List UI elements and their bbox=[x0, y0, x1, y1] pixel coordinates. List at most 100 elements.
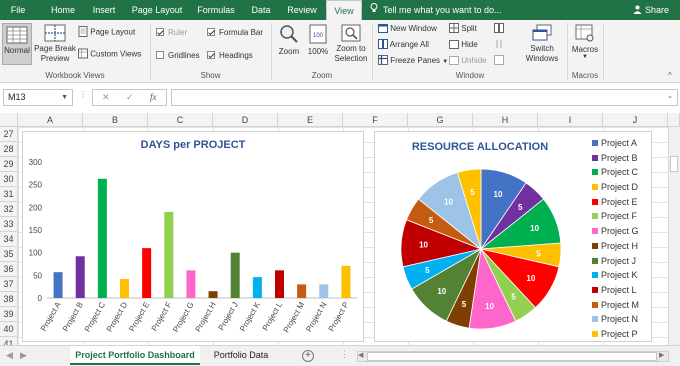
row-header-32[interactable]: 32 bbox=[0, 202, 18, 217]
zoom-to-selection-button[interactable]: Zoom to Selection bbox=[333, 23, 369, 69]
row-header-33[interactable]: 33 bbox=[0, 217, 18, 232]
more-sheets-icon[interactable]: ⋮ bbox=[340, 349, 349, 360]
sheet-tab-project-portfolio-dashboard[interactable]: Project Portfolio Dashboard bbox=[70, 346, 200, 365]
ruler-check-icon bbox=[156, 28, 164, 36]
bar-project-d[interactable] bbox=[120, 278, 129, 298]
row-header-34[interactable]: 34 bbox=[0, 232, 18, 247]
share-button[interactable]: Share bbox=[630, 2, 674, 18]
headings-checkbox[interactable]: Headings bbox=[207, 51, 253, 60]
expand-formula-bar-icon[interactable]: ⌄ bbox=[667, 92, 673, 100]
normal-view-button[interactable]: Normal bbox=[2, 23, 32, 65]
enter-icon[interactable]: ✓ bbox=[126, 92, 134, 103]
row-header-38[interactable]: 38 bbox=[0, 292, 18, 307]
bar-project-h[interactable] bbox=[208, 291, 218, 298]
insert-function-icon[interactable]: fx bbox=[150, 92, 157, 102]
column-header-g[interactable]: G bbox=[408, 113, 473, 127]
row-header-27[interactable]: 27 bbox=[0, 127, 18, 142]
bar-project-b[interactable] bbox=[75, 256, 85, 298]
bar-project-c[interactable] bbox=[97, 178, 107, 298]
column-header-e[interactable]: E bbox=[278, 113, 343, 127]
zoom-100-button[interactable]: 100 100% bbox=[305, 23, 331, 65]
column-header-f[interactable]: F bbox=[343, 113, 408, 127]
formula-input[interactable]: ⌄ bbox=[171, 89, 678, 106]
arrange-all-button[interactable]: Arrange All bbox=[378, 39, 429, 51]
bar-project-n[interactable] bbox=[319, 284, 329, 298]
tab-file[interactable]: File bbox=[2, 0, 34, 20]
tab-home[interactable]: Home bbox=[44, 0, 82, 20]
macros-icon bbox=[575, 24, 595, 42]
tab-review[interactable]: Review bbox=[282, 0, 322, 20]
tab-insert[interactable]: Insert bbox=[86, 0, 122, 20]
days-per-project-chart[interactable]: DAYS per PROJECT 0 50 100 150 200 250 300 Proje… bbox=[22, 131, 364, 342]
scroll-right-icon[interactable]: ▶ bbox=[659, 351, 664, 359]
row-header-29[interactable]: 29 bbox=[0, 157, 18, 172]
column-header-d[interactable]: D bbox=[213, 113, 278, 127]
synchronous-scrolling-icon[interactable] bbox=[494, 39, 504, 51]
bar-project-l[interactable] bbox=[275, 270, 284, 298]
bar-project-k[interactable] bbox=[252, 277, 262, 298]
gridlines-label: Gridlines bbox=[168, 51, 200, 60]
sheet-nav-next-icon[interactable]: ▶ bbox=[20, 350, 27, 361]
row-header-28[interactable]: 28 bbox=[0, 142, 18, 157]
more-options-icon[interactable]: ⋮ bbox=[79, 91, 87, 103]
add-sheet-icon[interactable]: + bbox=[302, 350, 314, 362]
tab-page-layout[interactable]: Page Layout bbox=[128, 0, 186, 20]
bar-project-g[interactable] bbox=[186, 270, 196, 298]
reset-window-position-icon[interactable] bbox=[494, 55, 504, 67]
column-header-j[interactable]: J bbox=[603, 113, 668, 127]
bar-project-e[interactable] bbox=[142, 248, 152, 298]
row-header-30[interactable]: 30 bbox=[0, 172, 18, 187]
cancel-icon[interactable]: ✕ bbox=[102, 92, 110, 103]
formula-bar-checkbox[interactable]: Formula Bar bbox=[207, 28, 263, 37]
macros-button[interactable]: Macros ▼ bbox=[569, 23, 601, 69]
new-window-label: New Window bbox=[390, 24, 437, 34]
split-button[interactable]: Split bbox=[449, 23, 477, 35]
bar-project-m[interactable] bbox=[297, 284, 307, 298]
bar-project-p[interactable] bbox=[341, 265, 351, 298]
bar-project-a[interactable] bbox=[53, 272, 63, 298]
row-header-35[interactable]: 35 bbox=[0, 247, 18, 262]
page-break-label-2: Preview bbox=[40, 54, 70, 63]
sheet-tab-portfolio-data[interactable]: Portfolio Data bbox=[206, 346, 276, 365]
custom-views-button[interactable]: Custom Views bbox=[78, 48, 141, 61]
row-header-40[interactable]: 40 bbox=[0, 322, 18, 337]
tab-formulas[interactable]: Formulas bbox=[192, 0, 240, 20]
tell-me-box[interactable]: Tell me what you want to do... bbox=[370, 0, 502, 20]
collapse-ribbon-icon[interactable]: ^ bbox=[668, 71, 672, 80]
column-header-b[interactable]: B bbox=[83, 113, 148, 127]
zoom-selection-label-1: Zoom to bbox=[336, 44, 366, 53]
row-header-37[interactable]: 37 bbox=[0, 277, 18, 292]
freeze-panes-button[interactable]: Freeze Panes ▼ bbox=[378, 55, 448, 67]
gridlines-checkbox[interactable]: Gridlines bbox=[156, 51, 200, 60]
ruler-checkbox[interactable]: Ruler bbox=[156, 28, 187, 37]
bar-project-f[interactable] bbox=[164, 211, 174, 298]
chevron-down-icon[interactable]: ▼ bbox=[61, 90, 68, 105]
select-all-corner[interactable] bbox=[0, 113, 18, 127]
new-window-button[interactable]: New Window bbox=[378, 23, 437, 35]
column-header-a[interactable]: A bbox=[18, 113, 83, 127]
column-header-overflow[interactable] bbox=[668, 113, 680, 127]
horizontal-scroll-thumb[interactable] bbox=[367, 352, 657, 361]
unhide-button[interactable]: Unhide bbox=[449, 55, 487, 67]
tab-view[interactable]: View bbox=[326, 0, 362, 20]
row-header-36[interactable]: 36 bbox=[0, 262, 18, 277]
column-header-i[interactable]: I bbox=[538, 113, 603, 127]
switch-windows-button[interactable]: Switch Windows bbox=[522, 23, 562, 69]
page-break-preview-button[interactable]: Page Break Preview bbox=[34, 23, 76, 69]
zoom-button[interactable]: Zoom bbox=[275, 23, 303, 65]
y-tick-label: 0 bbox=[38, 294, 43, 303]
row-header-31[interactable]: 31 bbox=[0, 187, 18, 202]
column-header-h[interactable]: H bbox=[473, 113, 538, 127]
hide-button[interactable]: Hide bbox=[449, 39, 478, 51]
vertical-scroll-thumb[interactable] bbox=[670, 156, 678, 172]
legend-item: Project L bbox=[592, 283, 639, 298]
page-layout-view-button[interactable]: Page Layout bbox=[78, 26, 135, 39]
column-header-c[interactable]: C bbox=[148, 113, 213, 127]
view-side-by-side-icon[interactable] bbox=[494, 23, 504, 35]
row-header-39[interactable]: 39 bbox=[0, 307, 18, 322]
tab-data[interactable]: Data bbox=[246, 0, 276, 20]
name-box[interactable]: M13 ▼ bbox=[3, 89, 73, 106]
sheet-nav-prev-icon[interactable]: ◀ bbox=[6, 350, 13, 361]
bar-project-j[interactable] bbox=[230, 252, 240, 298]
scroll-left-icon[interactable]: ◀ bbox=[358, 351, 363, 359]
